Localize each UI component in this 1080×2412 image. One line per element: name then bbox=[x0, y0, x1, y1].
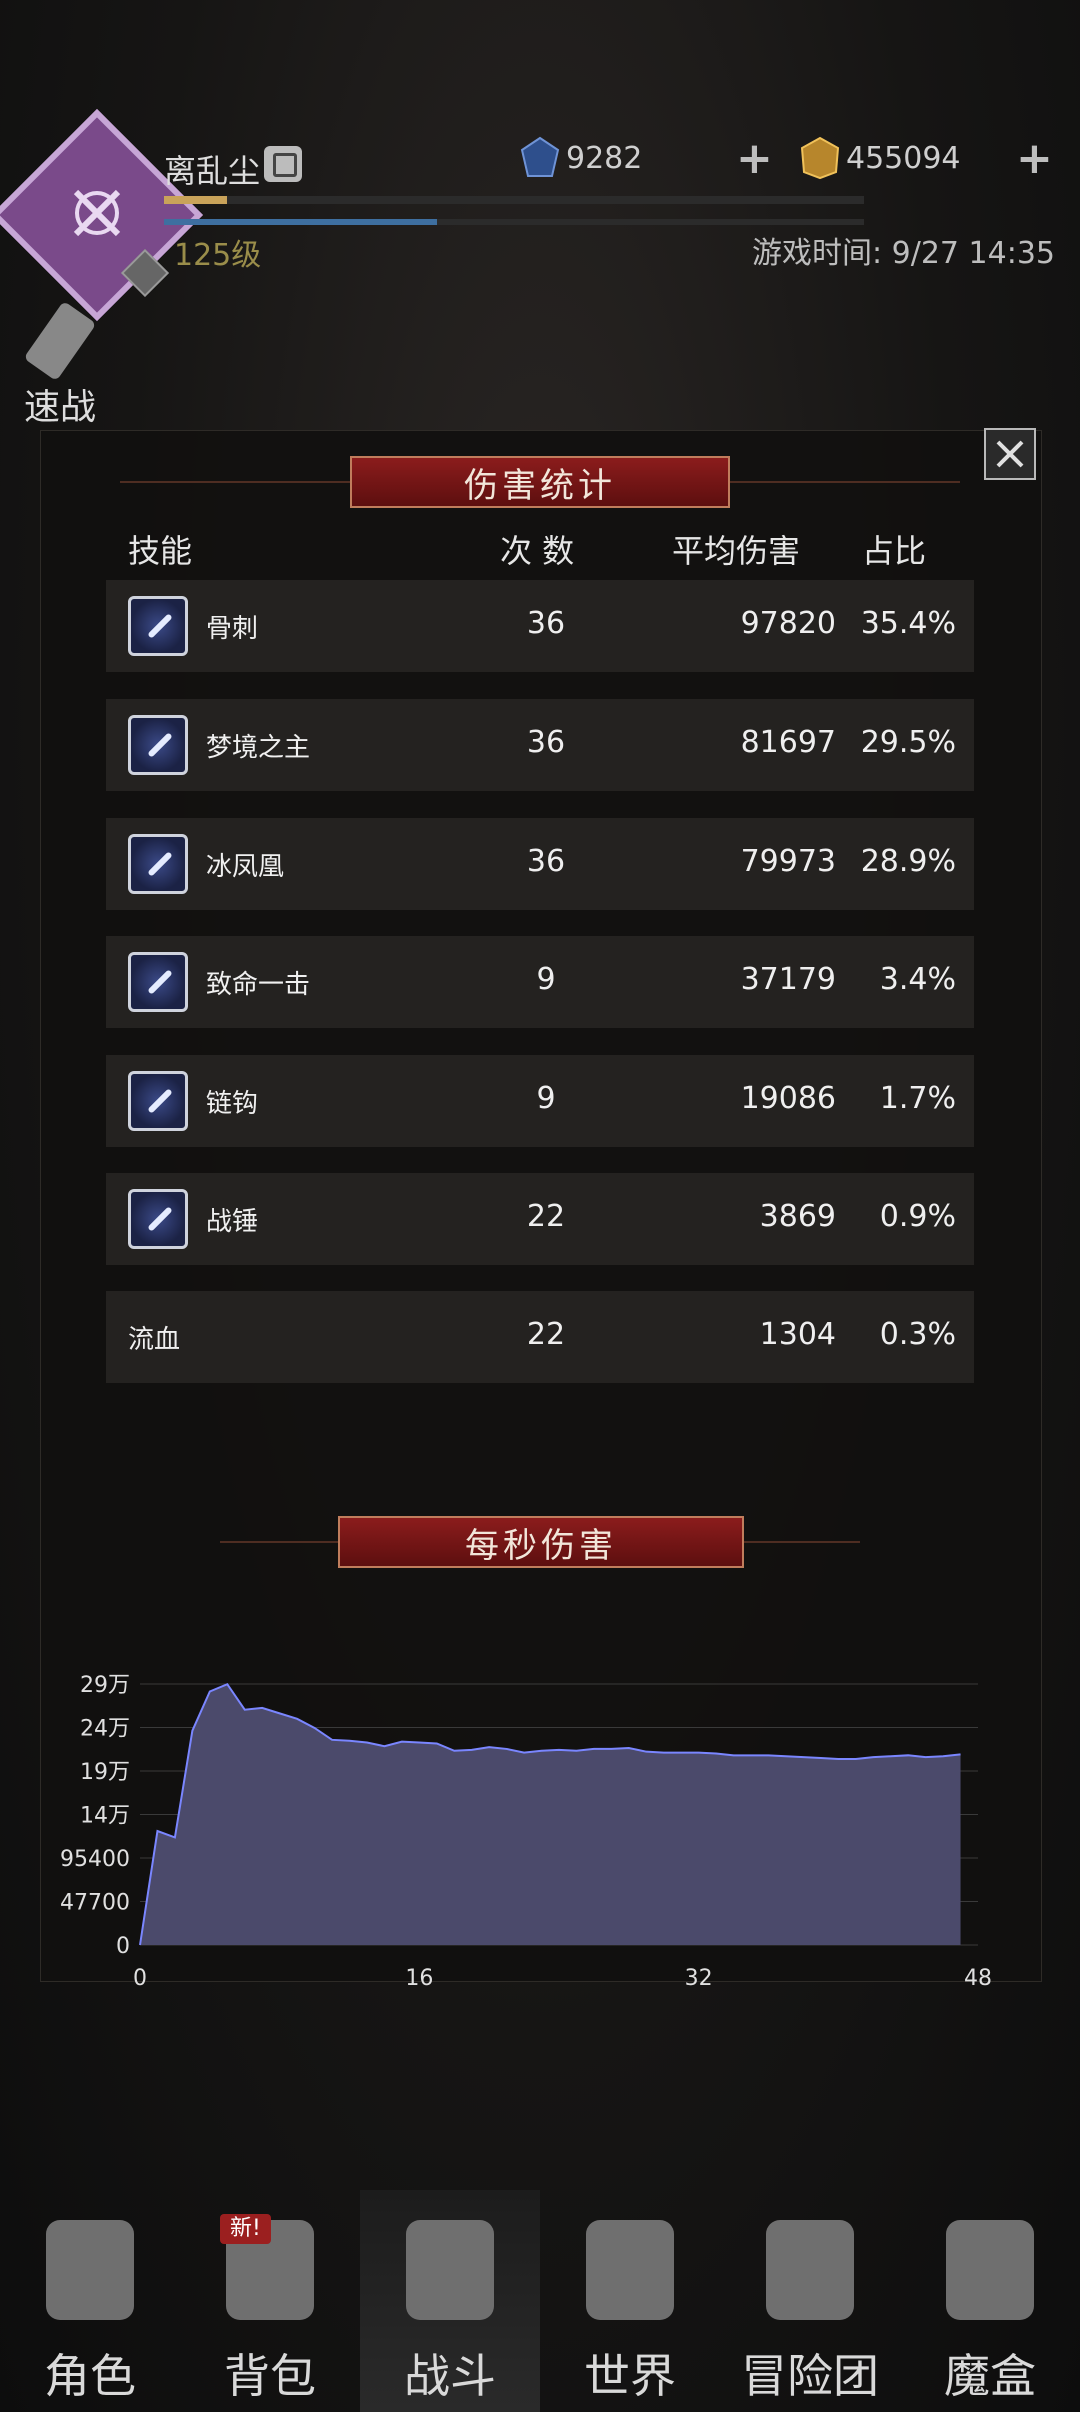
dps-title: 每秒伤害 bbox=[338, 1516, 744, 1568]
bottom-navigation: 角色 背包 战斗 世界 冒险团 魔盒 bbox=[0, 2190, 1080, 2412]
game-time: 游戏时间: 9/27 14:35 bbox=[752, 236, 1056, 271]
shield-sword-icon bbox=[406, 2220, 494, 2320]
table-row: 链钩 9 19086 1.7% bbox=[106, 1055, 974, 1147]
nav-tab-character[interactable]: 角色 bbox=[0, 2190, 180, 2412]
table-row: 骨刺 36 97820 35.4% bbox=[106, 580, 974, 672]
average-damage: 81697 bbox=[740, 725, 836, 760]
y-tick-label: 29万 bbox=[80, 1673, 130, 1698]
gem-currency: 9282 bbox=[520, 136, 770, 180]
table-row: 流血 22 1304 0.3% bbox=[106, 1291, 974, 1383]
average-damage: 1304 bbox=[759, 1317, 836, 1352]
close-button[interactable] bbox=[984, 428, 1036, 480]
stamina-bar-fill bbox=[164, 219, 437, 225]
damage-percentage: 0.9% bbox=[879, 1199, 956, 1234]
skill-name: 梦境之主 bbox=[206, 733, 311, 763]
nav-label: 背包 bbox=[224, 2349, 316, 2403]
x-tick-label: 32 bbox=[685, 1966, 713, 1991]
nav-tab-world[interactable]: 世界 bbox=[540, 2190, 720, 2412]
damage-stats-title: 伤害统计 bbox=[350, 456, 730, 508]
gem-amount: 9282 bbox=[566, 140, 643, 176]
new-badge: 新! bbox=[220, 2214, 271, 2244]
sword-icon bbox=[23, 300, 97, 382]
add-gold-button[interactable]: + bbox=[1016, 133, 1053, 184]
crossed-tools-icon bbox=[73, 189, 121, 237]
nav-tab-battle[interactable]: 战斗 bbox=[360, 2190, 540, 2412]
average-damage: 97820 bbox=[740, 606, 836, 641]
chain-hook-icon bbox=[128, 1071, 188, 1131]
nav-tab-magic-box[interactable]: 魔盒 bbox=[900, 2190, 1080, 2412]
ice-feathers-icon bbox=[128, 834, 188, 894]
sword-skill-icon bbox=[128, 1189, 188, 1249]
average-damage: 79973 bbox=[740, 844, 836, 879]
x-tick-label: 16 bbox=[405, 1966, 433, 1991]
nav-label: 冒险团 bbox=[741, 2349, 879, 2403]
nav-label: 世界 bbox=[584, 2349, 676, 2403]
damage-percentage: 35.4% bbox=[860, 606, 956, 641]
y-tick-label: 0 bbox=[116, 1934, 130, 1959]
hit-count: 22 bbox=[526, 1199, 566, 1234]
damage-percentage: 28.9% bbox=[860, 844, 956, 879]
castle-icon bbox=[766, 2220, 854, 2320]
xp-bar bbox=[164, 196, 864, 204]
table-row: 战锤 22 3869 0.9% bbox=[106, 1173, 974, 1265]
y-tick-label: 24万 bbox=[80, 1717, 130, 1742]
hit-count: 9 bbox=[536, 1081, 556, 1116]
cube-icon bbox=[946, 2220, 1034, 2320]
hit-count: 36 bbox=[526, 606, 566, 641]
damage-percentage: 1.7% bbox=[879, 1081, 956, 1116]
helmet-icon bbox=[46, 2220, 134, 2320]
player-level: 125级 bbox=[174, 238, 262, 273]
quick-battle-label: 速战 bbox=[24, 387, 97, 428]
x-tick-label: 0 bbox=[133, 1966, 147, 1991]
y-tick-label: 14万 bbox=[80, 1804, 130, 1829]
gold-amount: 455094 bbox=[846, 140, 961, 176]
player-name: 离乱尘 bbox=[164, 152, 261, 190]
edit-name-icon[interactable] bbox=[264, 146, 302, 182]
average-damage: 37179 bbox=[740, 962, 836, 997]
gold-ingot-icon bbox=[800, 136, 840, 180]
x-tick-label: 48 bbox=[964, 1966, 992, 1991]
nav-tab-adventure-group[interactable]: 冒险团 bbox=[720, 2190, 900, 2412]
column-header-skill: 技能 bbox=[128, 532, 193, 570]
stamina-bar bbox=[164, 219, 864, 225]
average-damage: 19086 bbox=[740, 1081, 836, 1116]
dps-chart: 0 47700 95400 14万 19万 24万 29万 0 16 32 48 bbox=[60, 1673, 992, 1991]
y-tick-label: 19万 bbox=[80, 1760, 130, 1785]
skill-name: 战锤 bbox=[206, 1207, 259, 1237]
skill-name: 冰凤凰 bbox=[206, 852, 285, 882]
damage-percentage: 3.4% bbox=[879, 962, 956, 997]
hit-count: 9 bbox=[536, 962, 556, 997]
hit-count: 22 bbox=[526, 1317, 566, 1352]
damage-percentage: 0.3% bbox=[879, 1317, 956, 1352]
y-tick-label: 47700 bbox=[60, 1891, 130, 1916]
sword-skill-icon bbox=[128, 715, 188, 775]
skill-name: 链钩 bbox=[206, 1089, 259, 1119]
scroll-map-icon bbox=[586, 2220, 674, 2320]
xp-bar-fill bbox=[164, 196, 227, 204]
quick-battle-button[interactable]: 速战 bbox=[12, 300, 112, 428]
hit-count: 36 bbox=[526, 844, 566, 879]
y-tick-label: 95400 bbox=[60, 1847, 130, 1872]
add-gems-button[interactable]: + bbox=[736, 133, 773, 184]
nav-label: 魔盒 bbox=[944, 2349, 1036, 2403]
dps-area bbox=[140, 1684, 961, 1945]
skill-name: 致命一击 bbox=[206, 970, 311, 1000]
column-header-percentage: 占比 bbox=[862, 532, 927, 570]
anchor-strike-icon bbox=[128, 952, 188, 1012]
column-header-count: 次 数 bbox=[500, 532, 575, 570]
hit-count: 36 bbox=[526, 725, 566, 760]
average-damage: 3869 bbox=[759, 1199, 836, 1234]
sword-skill-icon bbox=[128, 596, 188, 656]
column-header-avg-damage: 平均伤害 bbox=[672, 532, 801, 570]
table-row: 梦境之主 36 81697 29.5% bbox=[106, 699, 974, 791]
skill-name: 骨刺 bbox=[206, 614, 259, 644]
damage-percentage: 29.5% bbox=[860, 725, 956, 760]
gold-currency: 455094 bbox=[800, 136, 1050, 180]
table-row: 致命一击 9 37179 3.4% bbox=[106, 936, 974, 1028]
table-row: 冰凤凰 36 79973 28.9% bbox=[106, 818, 974, 910]
blue-gem-icon bbox=[520, 136, 560, 177]
nav-label: 角色 bbox=[44, 2349, 136, 2403]
nav-label: 战斗 bbox=[404, 2349, 496, 2403]
skill-name: 流血 bbox=[128, 1325, 181, 1355]
